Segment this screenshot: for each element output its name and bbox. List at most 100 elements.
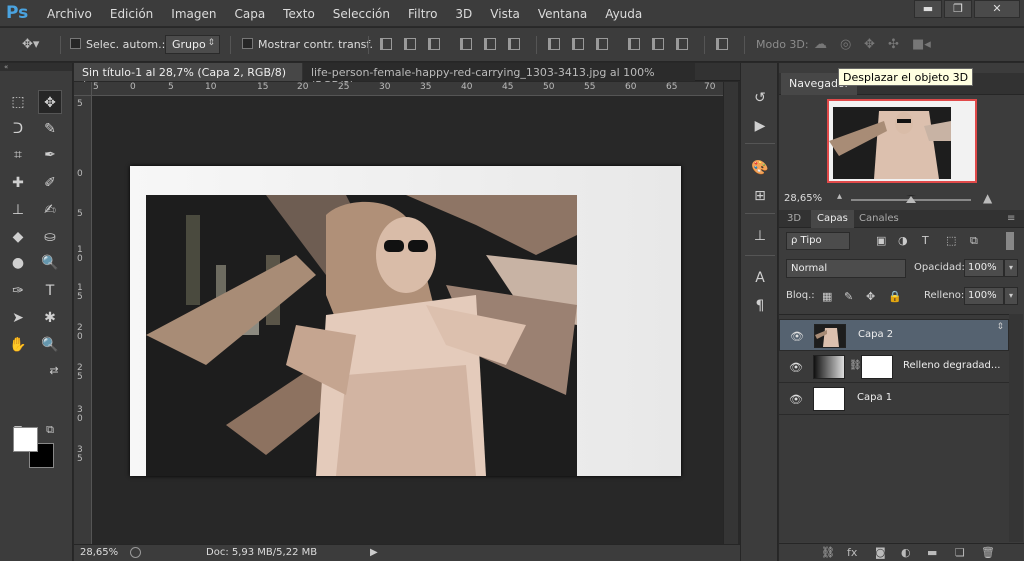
navigator-preview[interactable]: [827, 99, 977, 183]
auto-select-checkbox[interactable]: [70, 38, 81, 49]
actions-play-icon[interactable]: ▶: [751, 117, 769, 135]
marquee-tool-icon[interactable]: ⬚: [6, 90, 30, 114]
zoom-out-icon[interactable]: ▴: [837, 191, 842, 202]
lasso-tool-icon[interactable]: ᑐ: [6, 117, 30, 141]
distribute-vcenter-icon[interactable]: [572, 38, 584, 50]
filter-shape-icon[interactable]: ⬚: [946, 234, 956, 247]
foreground-color-swatch[interactable]: [13, 427, 38, 452]
roll-3d-icon[interactable]: ◎: [840, 37, 851, 52]
visibility-eye-icon[interactable]: 👁: [790, 330, 804, 343]
zoom-in-icon[interactable]: ▲: [983, 191, 992, 205]
distribute-top-icon[interactable]: [548, 38, 560, 50]
layers-scrollbar[interactable]: [1009, 314, 1023, 542]
auto-select-dropdown[interactable]: Grupo: [165, 35, 220, 54]
opacity-dropdown-icon[interactable]: ▾: [1004, 259, 1018, 277]
zoom-tool-icon[interactable]: 🔍: [38, 333, 62, 357]
fill-input[interactable]: 100%: [964, 287, 1004, 305]
menu-texto[interactable]: Texto: [274, 0, 324, 27]
tab-capas[interactable]: Capas: [811, 210, 854, 228]
pan-3d-icon[interactable]: ✥: [864, 37, 875, 52]
link-layers-icon[interactable]: ⛓: [821, 546, 835, 559]
navigator-zoom-value[interactable]: 28,65%: [784, 193, 822, 204]
color-palette-icon[interactable]: 🎨: [751, 159, 769, 177]
healing-brush-tool-icon[interactable]: ✚: [6, 171, 30, 195]
menu-ventana[interactable]: Ventana: [529, 0, 596, 27]
history-icon[interactable]: ↺: [751, 89, 769, 107]
restore-button[interactable]: ❐: [944, 0, 972, 18]
clone-stamp-tool-icon[interactable]: ⊥: [6, 198, 30, 222]
distribute-left-icon[interactable]: [628, 38, 640, 50]
tool-presets-icon[interactable]: ⊥: [751, 227, 769, 245]
menu-vista[interactable]: Vista: [481, 0, 529, 27]
swap-colors-icon[interactable]: ⇄: [42, 359, 66, 383]
history-brush-tool-icon[interactable]: ✍: [38, 198, 62, 222]
filter-pixel-icon[interactable]: ▣: [876, 234, 886, 247]
crop-tool-icon[interactable]: ⌗: [6, 143, 30, 167]
document-canvas[interactable]: [130, 166, 681, 476]
status-menu-arrow-icon[interactable]: ▶: [370, 547, 378, 558]
move-tool-icon[interactable]: ✥: [38, 90, 62, 114]
tab-canales[interactable]: Canales: [853, 210, 905, 228]
eyedropper-tool-icon[interactable]: ✒: [38, 143, 62, 167]
rotate-3d-icon[interactable]: ☁: [814, 37, 827, 52]
lock-pixels-icon[interactable]: ✎: [844, 290, 853, 303]
lock-position-icon[interactable]: ✥: [866, 290, 875, 303]
filter-toggle-icon[interactable]: [1006, 232, 1014, 250]
menu-archivo[interactable]: Archivo: [38, 0, 101, 27]
brush-tool-icon[interactable]: ✐: [38, 171, 62, 195]
align-right-icon[interactable]: [508, 38, 520, 50]
pen-tool-icon[interactable]: ✑: [6, 279, 30, 303]
layer-filter-dropdown[interactable]: ρ Tipo: [786, 232, 850, 250]
tools-panel-header[interactable]: «: [0, 63, 72, 71]
filter-smart-object-icon[interactable]: ⧉: [970, 234, 978, 248]
horizontal-ruler[interactable]: 5 0 5 10 15 20 25 30 35 40 45 50 55 60 6…: [92, 82, 723, 96]
shape-tool-icon[interactable]: ✱: [38, 306, 62, 330]
new-layer-icon[interactable]: ❏: [955, 546, 965, 559]
menu-edicion[interactable]: Edición: [101, 0, 162, 27]
menu-imagen[interactable]: Imagen: [162, 0, 225, 27]
blur-tool-icon[interactable]: ●: [6, 251, 30, 275]
swatches-grid-icon[interactable]: ⊞: [751, 187, 769, 205]
layer-name[interactable]: Capa 1: [857, 392, 892, 403]
lock-transparent-icon[interactable]: ▦: [822, 290, 832, 303]
menu-seleccion[interactable]: Selección: [324, 0, 399, 27]
menu-ayuda[interactable]: Ayuda: [596, 0, 651, 27]
layer-mask-thumbnail[interactable]: [861, 355, 893, 379]
layer-row-capa-1[interactable]: 👁 Capa 1: [779, 383, 1009, 415]
align-hcenter-icon[interactable]: [484, 38, 496, 50]
mask-link-icon[interactable]: ⛓: [849, 360, 862, 371]
opacity-input[interactable]: 100%: [964, 259, 1004, 277]
eraser-tool-icon[interactable]: ◆: [6, 225, 30, 249]
ruler-corner[interactable]: [74, 82, 92, 96]
align-vcenter-icon[interactable]: [404, 38, 416, 50]
close-button[interactable]: ✕: [974, 0, 1020, 18]
layer-row-capa-2[interactable]: 👁 Capa 2: [779, 319, 1009, 351]
navigator-zoom-slider[interactable]: [851, 195, 971, 203]
blend-mode-dropdown[interactable]: Normal: [786, 259, 906, 278]
dodge-tool-icon[interactable]: 🔍: [38, 251, 62, 275]
align-bottom-icon[interactable]: [428, 38, 440, 50]
distribute-bottom-icon[interactable]: [596, 38, 608, 50]
tab-sin-titulo[interactable]: Sin título-1 al 28,7% (Capa 2, RGB/8) *×: [74, 63, 302, 92]
tab-3d[interactable]: 3D: [781, 210, 807, 228]
character-icon[interactable]: A: [751, 269, 769, 287]
new-adjustment-icon[interactable]: ◐: [901, 546, 911, 559]
layer-name[interactable]: Relleno degradad...: [903, 360, 1000, 371]
slider-thumb[interactable]: [906, 195, 916, 203]
hand-tool-icon[interactable]: ✋: [6, 333, 30, 357]
canvas-area[interactable]: [92, 97, 723, 544]
distribute-hcenter-icon[interactable]: [652, 38, 664, 50]
screen-mode-icon[interactable]: ⧉: [38, 418, 62, 442]
minimize-button[interactable]: ▬: [914, 0, 942, 18]
visibility-eye-icon[interactable]: 👁: [789, 361, 803, 374]
lock-all-icon[interactable]: 🔒: [888, 290, 902, 303]
panel-menu-icon[interactable]: ≡: [1001, 210, 1021, 228]
menu-3d[interactable]: 3D: [446, 0, 481, 27]
path-selection-tool-icon[interactable]: ➤: [6, 306, 30, 330]
add-mask-icon[interactable]: ◙: [875, 546, 886, 559]
move-tool-icon[interactable]: ✥▾: [22, 37, 39, 52]
zoom-level[interactable]: 28,65%: [80, 547, 118, 558]
show-transform-checkbox[interactable]: [242, 38, 253, 49]
vertical-ruler[interactable]: 5 0 5 1 0 1 5 2 0 2 5 3 0 3 5: [74, 96, 92, 544]
align-top-icon[interactable]: [380, 38, 392, 50]
